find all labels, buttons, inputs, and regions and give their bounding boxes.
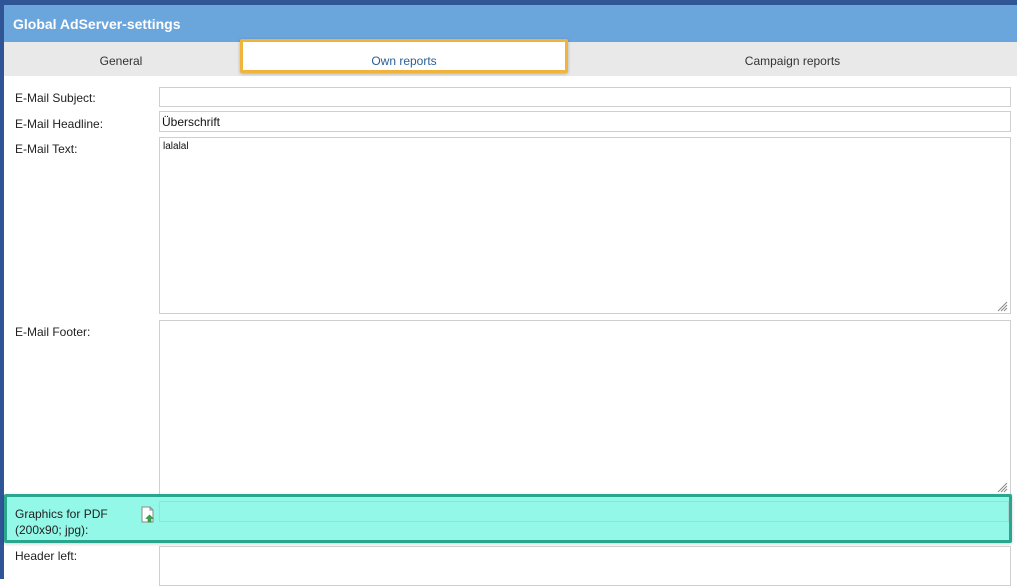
tab-own-reports[interactable]: Own reports xyxy=(240,39,568,73)
tab-general[interactable]: General xyxy=(4,42,238,76)
email-footer-label: E-Mail Footer: xyxy=(15,325,91,339)
email-subject-label: E-Mail Subject: xyxy=(15,91,96,105)
upload-file-icon[interactable] xyxy=(139,506,156,523)
graphics-pdf-label: Graphics for PDF (200x90; jpg): xyxy=(15,507,108,537)
email-footer-area[interactable] xyxy=(159,320,1011,495)
resize-grip-icon[interactable] xyxy=(997,482,1008,493)
window-title: Global AdServer-settings xyxy=(4,5,1017,42)
header-left-input[interactable] xyxy=(159,546,1011,586)
email-headline-input[interactable] xyxy=(159,111,1011,132)
window-left-border xyxy=(0,0,4,579)
graphics-pdf-input[interactable] xyxy=(159,501,1009,522)
tab-bar: General Campaign reports Own reports xyxy=(4,39,1017,76)
header-left-label: Header left: xyxy=(15,549,78,563)
email-text-label: E-Mail Text: xyxy=(15,142,78,156)
email-text-area[interactable]: lalalal xyxy=(159,137,1011,314)
tab-campaign-reports[interactable]: Campaign reports xyxy=(568,42,1017,76)
email-subject-input[interactable] xyxy=(159,87,1011,107)
email-headline-label: E-Mail Headline: xyxy=(15,117,104,131)
resize-grip-icon[interactable] xyxy=(997,301,1008,312)
